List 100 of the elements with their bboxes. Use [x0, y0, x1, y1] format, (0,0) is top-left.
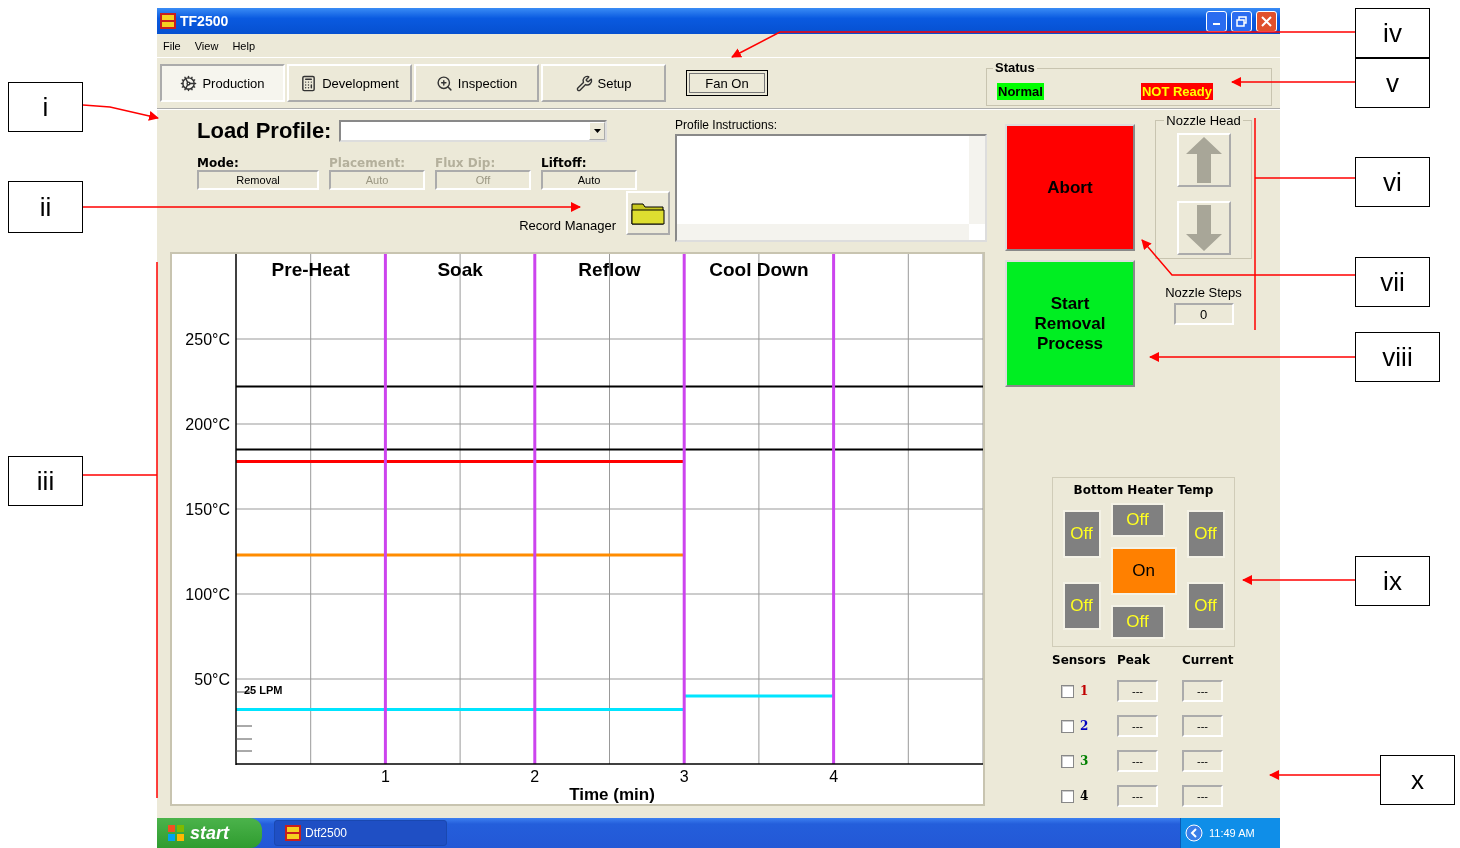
nozzle-down-button[interactable]: [1176, 200, 1231, 255]
app-icon: [160, 13, 176, 29]
taskbar-item[interactable]: Dtf2500: [274, 820, 447, 846]
peak-field: ---: [1117, 785, 1158, 807]
sensor-checkbox[interactable]: [1061, 719, 1074, 733]
status-title: Status: [993, 60, 1037, 75]
profile-dropdown[interactable]: [339, 120, 608, 142]
peak-field: ---: [1117, 680, 1158, 702]
y-tick-label: 100°C: [185, 586, 230, 603]
peak-field: ---: [1117, 715, 1158, 737]
field-label: Placement:: [329, 156, 406, 170]
current-field: ---: [1182, 680, 1223, 702]
flow-label: 25 LPM: [244, 684, 283, 696]
peak-field: ---: [1117, 750, 1158, 772]
mode-tab[interactable]: Setup: [541, 64, 666, 102]
close-icon: [1261, 15, 1272, 27]
nozzle-steps-field[interactable]: 0: [1173, 303, 1234, 325]
setting-field[interactable]: Removal: [197, 170, 319, 190]
field-label: Mode:: [197, 156, 240, 170]
restore-button[interactable]: [1231, 10, 1252, 32]
field-label: Liftoff:: [541, 156, 588, 170]
app-icon: [285, 825, 301, 841]
y-tick-label: 150°C: [185, 501, 230, 518]
magnifier-icon: [435, 74, 453, 92]
x-tick-label: 1: [380, 768, 390, 785]
window-title: TF2500: [180, 13, 230, 29]
fan-button[interactable]: Fan On: [686, 70, 768, 96]
horizontal-scrollbar[interactable]: [677, 224, 969, 240]
calculator-icon: [300, 74, 318, 92]
nozzle-head-title: Nozzle Head: [1164, 113, 1243, 128]
start-process-button[interactable]: Start Removal Process: [1005, 260, 1135, 387]
menu-item[interactable]: View: [194, 39, 219, 52]
callout-label: vii: [1355, 257, 1430, 307]
column-header: Current: [1182, 653, 1235, 667]
minimize-button[interactable]: [1206, 10, 1227, 32]
close-button[interactable]: [1256, 10, 1277, 32]
status-indicator: NOT Ready: [1140, 82, 1213, 100]
field-label: Flux Dip:: [435, 156, 497, 170]
instructions-field[interactable]: [675, 134, 987, 242]
heater-zone[interactable]: Off: [1110, 503, 1165, 537]
restore-icon: [1236, 15, 1247, 27]
instructions-label: Profile Instructions:: [675, 118, 779, 132]
heater-zone[interactable]: Off: [1186, 510, 1225, 558]
callout-label: ii: [8, 181, 83, 233]
clock: 11:49 AM: [1209, 827, 1255, 839]
status-indicator: Normal: [997, 82, 1044, 100]
x-tick-label: 3: [679, 768, 689, 785]
folder-icon: [631, 201, 665, 225]
x-tick-label: 4: [829, 768, 839, 785]
record-manager-label: Record Manager: [519, 218, 616, 233]
record-manager-button[interactable]: [626, 191, 670, 235]
menu-item[interactable]: Help: [232, 39, 255, 52]
column-header: Sensors: [1052, 653, 1107, 667]
sensor-checkbox[interactable]: [1061, 754, 1074, 768]
y-tick-label: 250°C: [185, 331, 230, 348]
mode-tab[interactable]: Development: [287, 64, 412, 102]
heater-zone[interactable]: On: [1110, 547, 1177, 595]
heater-zone[interactable]: Off: [1110, 605, 1165, 639]
sensor-checkbox[interactable]: [1061, 684, 1074, 698]
load-profile-label: Load Profile:: [197, 118, 332, 144]
phase-label: Cool Down: [709, 259, 809, 280]
mode-tab[interactable]: Inspection: [414, 64, 539, 102]
current-field: ---: [1182, 750, 1223, 772]
wrench-icon: [575, 74, 593, 92]
sensor-number: 3: [1080, 754, 1089, 768]
windows-logo-icon: [167, 824, 185, 842]
sensor-number: 2: [1080, 719, 1089, 733]
phase-label: Reflow: [578, 259, 641, 280]
heater-zone[interactable]: Off: [1186, 582, 1225, 630]
heater-title: Bottom Heater Temp: [1073, 483, 1214, 497]
nozzle-up-button[interactable]: [1176, 132, 1231, 187]
callout-label: iv: [1355, 8, 1430, 58]
callout-label: ix: [1355, 556, 1430, 606]
setting-field[interactable]: Auto: [541, 170, 637, 190]
y-tick-label: 50°C: [194, 671, 230, 688]
mode-tab[interactable]: Production: [160, 64, 285, 102]
vertical-scrollbar[interactable]: [969, 136, 985, 224]
gears-icon: [180, 74, 198, 92]
callout-label: iii: [8, 456, 83, 506]
heater-zone[interactable]: Off: [1062, 582, 1101, 630]
callout-label: v: [1355, 58, 1430, 108]
x-axis-title: Time (min): [569, 785, 655, 804]
column-header: Peak: [1117, 653, 1151, 667]
chevron-icon[interactable]: [1185, 824, 1203, 842]
sensor-checkbox[interactable]: [1061, 789, 1074, 803]
sensor-number: 1: [1080, 684, 1089, 698]
callout-label: i: [8, 82, 83, 132]
heater-zone[interactable]: Off: [1062, 510, 1101, 558]
current-field: ---: [1182, 715, 1223, 737]
y-tick-label: 200°C: [185, 416, 230, 433]
callout-label: x: [1380, 755, 1455, 805]
current-field: ---: [1182, 785, 1223, 807]
callout-label: vi: [1355, 157, 1430, 207]
caret-icon: [593, 129, 601, 133]
x-tick-label: 2: [530, 768, 540, 785]
abort-button[interactable]: Abort: [1005, 124, 1135, 251]
callout-label: viii: [1355, 332, 1440, 382]
phase-label: Pre-Heat: [271, 259, 350, 280]
menu-item[interactable]: File: [163, 39, 181, 52]
phase-label: Soak: [437, 259, 483, 280]
